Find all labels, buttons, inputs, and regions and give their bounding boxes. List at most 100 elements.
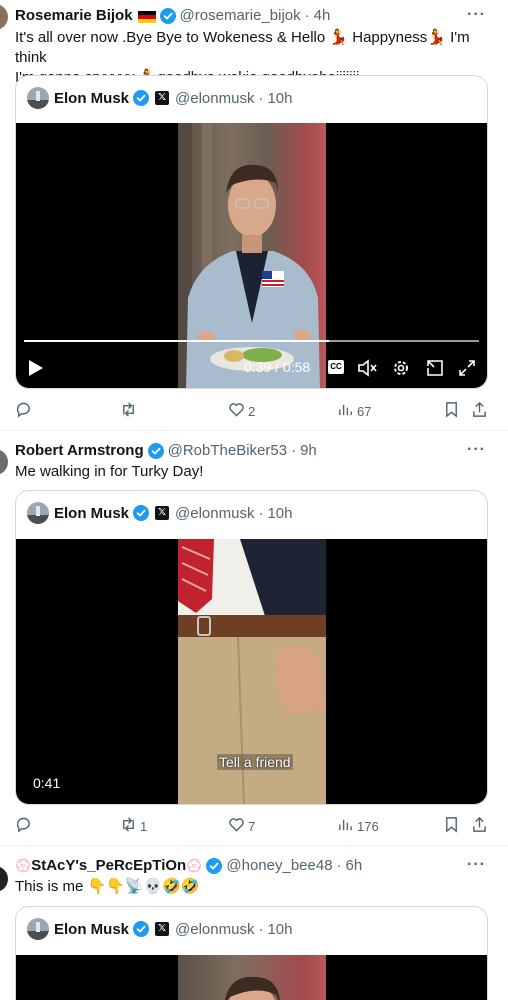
picture-in-picture-icon[interactable] [426,359,444,382]
quote-author-handle: @elonmusk [175,920,255,938]
action-bar: 2 67 [15,401,490,421]
views-icon [337,816,354,836]
timestamp[interactable]: 9h [300,442,317,459]
author-name[interactable]: Rosemarie Bijok [15,7,133,24]
views-button[interactable]: 176 [337,816,379,836]
author-name[interactable]: Robert Armstrong [15,442,144,459]
mute-icon[interactable] [358,359,378,382]
tweet-text: This is me 👇👇📡💀🤣🤣 [15,877,485,897]
x-affiliation-icon: 𝕏 [155,506,170,520]
share-button[interactable] [471,816,488,836]
tweet-header: Rosemarie Bijok @rosemarie_bijok · 4h [15,7,330,24]
progress-fill [24,340,329,342]
views-button[interactable]: 67 [337,401,371,421]
like-count: 2 [248,403,256,419]
quote-author-handle: @elonmusk [175,504,255,522]
verified-icon [206,857,223,874]
verified-icon [133,505,150,521]
more-options-button[interactable]: ··· [467,441,486,459]
quote-timestamp: 10h [267,89,293,107]
video-frame [178,123,326,388]
dot-separator: · [291,442,297,459]
reply-button[interactable] [15,401,32,421]
quote-tweet[interactable]: Elon Musk 𝕏 @elonmusk · 10h [15,906,488,1000]
video-player[interactable]: 0:39 / 0:58 CC [16,123,487,388]
play-icon[interactable] [28,359,44,382]
tweet-2[interactable]: Robert Armstrong @RobTheBiker53 · 9h ···… [0,431,508,845]
quote-author-name[interactable]: Elon Musk [54,90,129,107]
view-count: 67 [357,403,372,419]
dot-separator: · [258,504,264,522]
author-handle[interactable]: @honey_bee48 [226,857,332,874]
quote-header: Elon Musk 𝕏 @elonmusk · 10h [27,918,292,940]
repost-button[interactable]: 1 [120,816,147,836]
author-name[interactable]: StAcY's_PeRcEpTiOn [31,857,186,874]
bookmark-button[interactable] [443,816,460,836]
quote-author-handle: @elonmusk [175,89,255,107]
dot-separator: · [304,7,310,24]
dot-separator: · [258,89,264,107]
reply-button[interactable] [15,816,32,836]
x-affiliation-icon: 𝕏 [155,922,170,936]
tweet-text-line: Me walking in for Turky Day! [15,463,204,480]
views-icon [337,401,354,421]
repost-icon [120,401,137,421]
quote-tweet[interactable]: Elon Musk 𝕏 @elonmusk · 10h [15,490,488,805]
like-count: 7 [248,818,256,834]
bookmark-button[interactable] [443,401,460,421]
tweet-header: 💮 StAcY's_PeRcEpTiOn 💮 @honey_bee48 · 6h [15,857,362,874]
progress-track[interactable] [24,340,479,342]
video-player[interactable]: Tell a friend 0:41 [16,539,487,804]
avatar[interactable] [0,449,8,475]
quote-timestamp: 10h [267,920,293,938]
video-duration: 0:41 [33,775,61,791]
like-button[interactable]: 2 [228,401,255,421]
flower-icon: 💮 [186,857,203,873]
bookmark-icon [443,816,460,836]
verified-icon [133,921,150,937]
tweet-text-line: This is me 👇👇📡💀🤣🤣 [15,878,200,895]
video-frame [178,955,326,1000]
flower-icon: 💮 [15,857,32,873]
settings-icon[interactable] [392,359,410,382]
quote-author-name[interactable]: Elon Musk [54,505,129,522]
quote-author-name[interactable]: Elon Musk [54,921,129,938]
video-time: 0:39 / 0:58 [244,359,311,375]
verified-icon [147,442,164,459]
like-button[interactable]: 7 [228,816,255,836]
captions-icon[interactable]: CC [328,360,344,374]
share-icon [471,401,488,421]
tweet-text-line: It's all over now .Bye Bye to Wokeness &… [15,29,470,66]
tweet-3[interactable]: 💮 StAcY's_PeRcEpTiOn 💮 @honey_bee48 · 6h… [0,846,508,1000]
heart-icon [228,401,245,421]
reply-icon [15,816,32,836]
avatar[interactable] [0,4,8,30]
author-handle[interactable]: @rosemarie_bijok [180,7,301,24]
author-handle[interactable]: @RobTheBiker53 [168,442,287,459]
tweet-text: Me walking in for Turky Day! [15,462,485,482]
dot-separator: · [258,920,264,938]
repost-button[interactable] [120,401,140,421]
quote-tweet[interactable]: Elon Musk 𝕏 @elonmusk · 10h [15,75,488,389]
quote-header: Elon Musk 𝕏 @elonmusk · 10h [27,502,292,524]
tweet-1[interactable]: Rosemarie Bijok @rosemarie_bijok · 4h ··… [0,0,508,430]
tweet-header: Robert Armstrong @RobTheBiker53 · 9h [15,442,317,459]
share-button[interactable] [471,401,488,421]
avatar [27,87,49,109]
heart-icon [228,816,245,836]
german-flag-icon [137,10,156,23]
timestamp[interactable]: 4h [314,7,331,24]
video-caption: Tell a friend [217,754,293,770]
view-count: 176 [357,818,379,834]
avatar[interactable] [0,866,8,892]
bookmark-icon [443,401,460,421]
avatar [27,918,49,940]
more-options-button[interactable]: ··· [467,6,486,24]
more-options-button[interactable]: ··· [467,856,486,874]
fullscreen-icon[interactable] [458,359,476,382]
timestamp[interactable]: 6h [346,857,363,874]
quote-header: Elon Musk 𝕏 @elonmusk · 10h [27,87,292,109]
quote-timestamp: 10h [267,504,293,522]
video-player[interactable] [16,955,487,1000]
avatar [27,502,49,524]
